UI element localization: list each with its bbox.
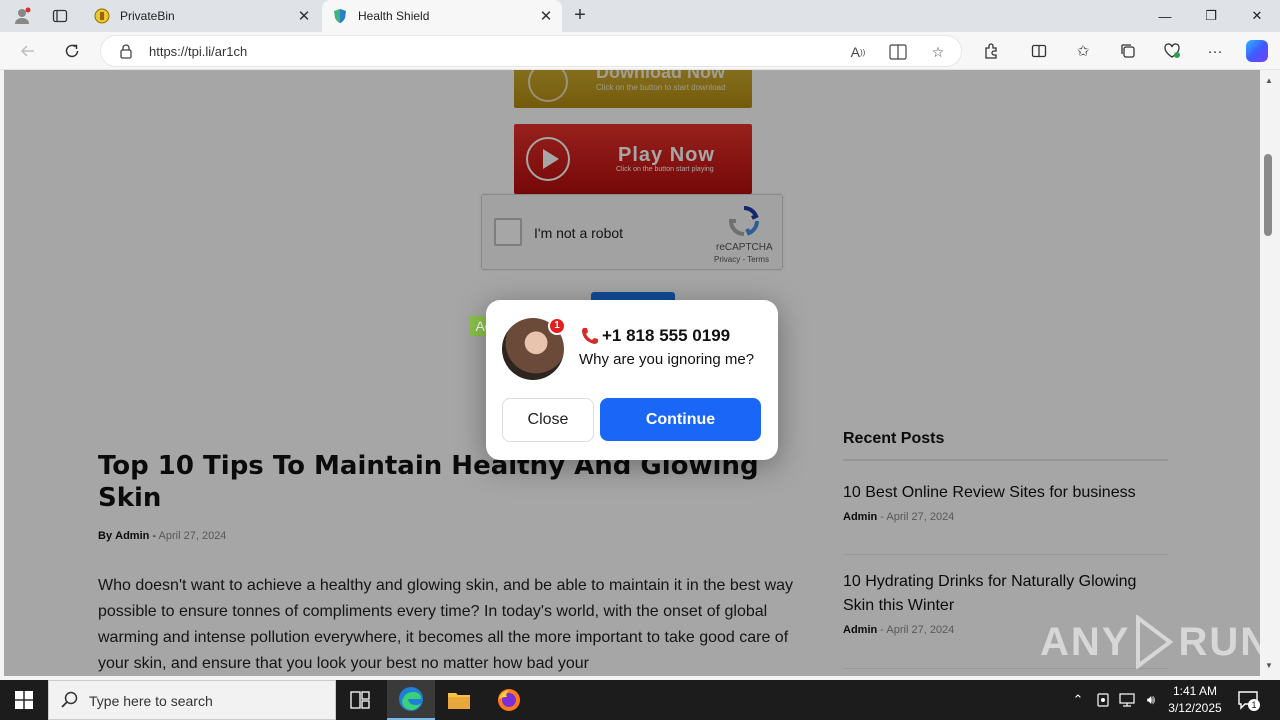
task-view-icon[interactable] — [336, 680, 384, 720]
notification-count: 1 — [1248, 699, 1260, 711]
back-button[interactable] — [14, 38, 42, 64]
taskbar-search[interactable]: Type here to search — [48, 680, 336, 720]
privatebin-favicon-icon — [94, 8, 110, 24]
start-button[interactable] — [0, 680, 48, 720]
restore-button[interactable]: ❐ — [1188, 0, 1234, 32]
continue-button[interactable]: Continue — [600, 398, 761, 441]
favorite-star-icon[interactable]: ☆ — [927, 41, 949, 63]
read-aloud-icon[interactable]: A)) — [847, 41, 869, 63]
favorites-icon[interactable]: ✩ — [1070, 38, 1096, 64]
minimize-button[interactable]: — — [1142, 0, 1188, 32]
notification-center-icon[interactable]: 1 — [1236, 688, 1260, 712]
device-icon[interactable] — [1093, 690, 1113, 710]
more-options-icon[interactable]: ··· — [1202, 38, 1228, 64]
tab-privatebin[interactable]: PrivateBin ✕ — [84, 0, 320, 32]
phone-number: +1 818 555 0199 — [602, 326, 731, 345]
anyrun-watermark: ANY RUN — [1040, 615, 1260, 669]
scam-popup-dialog: 1 +1 818 555 0199 Why are you ignoring m… — [486, 300, 778, 460]
file-explorer-icon[interactable] — [435, 680, 483, 720]
tab-title: PrivateBin — [120, 9, 175, 23]
search-icon — [61, 691, 78, 708]
profile-icon[interactable] — [8, 4, 36, 28]
copilot-icon[interactable] — [1246, 40, 1268, 62]
watermark-play-icon — [1136, 615, 1174, 669]
close-tab-icon[interactable]: ✕ — [294, 7, 314, 25]
extensions-icon[interactable] — [978, 38, 1004, 64]
tab-actions-icon[interactable] — [46, 4, 74, 28]
watermark-right: RUN — [1178, 619, 1260, 664]
split-screen-icon[interactable] — [1026, 38, 1052, 64]
shield-favicon-icon — [332, 8, 348, 24]
popup-message: Why are you ignoring me? — [579, 351, 755, 368]
immersive-reader-icon[interactable] — [887, 41, 909, 63]
close-tab-icon[interactable]: ✕ — [536, 7, 556, 25]
phone-line: +1 818 555 0199 — [580, 326, 730, 346]
scroll-up-icon[interactable]: ▲ — [1265, 76, 1273, 85]
scroll-down-icon[interactable]: ▼ — [1265, 661, 1273, 670]
clock-time: 1:41 AM — [1172, 684, 1218, 698]
notification-badge: 1 — [548, 317, 566, 335]
clock-date: 3/12/2025 — [1168, 701, 1222, 715]
watermark-left: ANY — [1040, 619, 1131, 664]
navigation-bar: https://tpi.li/ar1ch A)) ☆ ✩ ··· — [0, 32, 1280, 70]
windows-logo-icon — [15, 691, 33, 709]
tab-bar: PrivateBin ✕ Health Shield ✕ + — ❐ ✕ — [0, 0, 1280, 32]
collections-icon[interactable] — [1115, 38, 1141, 64]
tab-health-shield[interactable]: Health Shield ✕ — [322, 0, 562, 32]
taskbar-clock[interactable]: 1:41 AM 3/12/2025 — [1162, 683, 1228, 717]
windows-taskbar: Type here to search ⌃ 🔊︎ 1:41 AM 3/12/20… — [0, 680, 1280, 720]
page-scrollbar[interactable]: ▲ ▼ — [1260, 70, 1280, 676]
new-tab-button[interactable]: + — [568, 4, 592, 28]
network-icon[interactable] — [1117, 690, 1137, 710]
phone-icon — [582, 328, 598, 344]
edge-browser-icon[interactable] — [387, 680, 435, 720]
volume-icon[interactable]: 🔊︎ — [1141, 690, 1161, 710]
url-text[interactable]: https://tpi.li/ar1ch — [149, 44, 247, 59]
close-window-button[interactable]: ✕ — [1234, 0, 1280, 32]
lock-icon[interactable] — [119, 43, 133, 59]
browser-essentials-icon[interactable] — [1159, 38, 1185, 64]
refresh-button[interactable] — [58, 38, 86, 64]
firefox-icon[interactable] — [485, 680, 533, 720]
show-hidden-icons-icon[interactable]: ⌃ — [1068, 690, 1088, 710]
tab-title: Health Shield — [358, 9, 430, 23]
search-placeholder: Type here to search — [89, 693, 213, 709]
close-button[interactable]: Close — [502, 398, 594, 442]
address-bar[interactable]: https://tpi.li/ar1ch A)) ☆ — [100, 35, 962, 67]
scroll-thumb[interactable] — [1264, 154, 1272, 236]
